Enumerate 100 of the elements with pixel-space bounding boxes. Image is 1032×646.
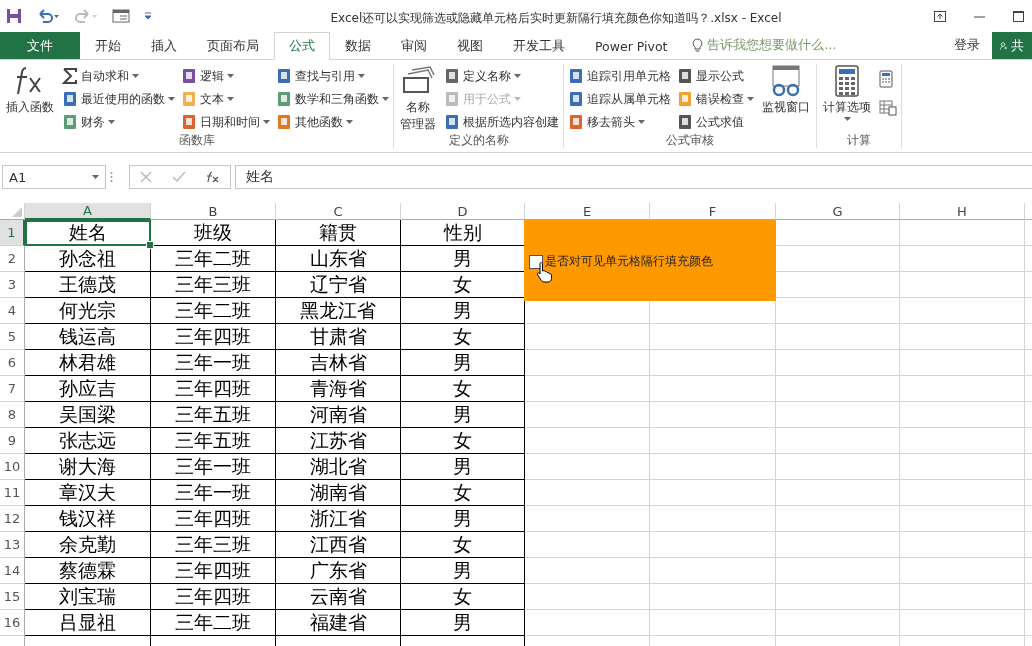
row-header[interactable]: 6: [0, 350, 25, 376]
table-cell: 余克勤: [25, 532, 151, 558]
lightbulb-icon: [692, 38, 704, 53]
calculator-icon[interactable]: [879, 70, 893, 88]
ribbon-large-button[interactable]: 插入函数: [4, 64, 56, 133]
check-icon[interactable]: [172, 171, 186, 183]
name-box[interactable]: A1: [2, 165, 106, 189]
row-header[interactable]: 11: [0, 480, 25, 506]
column-header[interactable]: E: [525, 203, 650, 220]
tell-me-placeholder: 告诉我您想要做什么...: [707, 37, 837, 54]
share-button[interactable]: 共: [992, 32, 1032, 59]
row-header[interactable]: 5: [0, 324, 25, 350]
row-header[interactable]: 14: [0, 558, 25, 584]
row-header[interactable]: 8: [0, 402, 25, 428]
cell-reference: A1: [9, 169, 27, 185]
ribbon-button[interactable]: 最近使用的函数: [62, 89, 175, 109]
table-cell: 三年五班: [151, 402, 276, 428]
ribbon-button[interactable]: 错误检查: [677, 89, 754, 109]
caret-icon: [382, 97, 389, 101]
book-icon: [677, 114, 693, 130]
caret-icon: [227, 97, 234, 101]
table-cell: 女: [401, 532, 525, 558]
maximize-icon[interactable]: [1013, 10, 1024, 22]
ribbon-button[interactable]: 财务: [62, 112, 175, 132]
fill-handle[interactable]: [146, 241, 154, 249]
row-header[interactable]: 12: [0, 506, 25, 532]
sheet-calculator-icon[interactable]: [879, 100, 897, 116]
book-icon: [276, 68, 292, 84]
table-cell: 女: [401, 376, 525, 402]
book-icon: [444, 91, 460, 107]
ribbon-display-icon[interactable]: [934, 10, 946, 22]
ribbon-button[interactable]: 自动求和: [62, 66, 175, 86]
ribbon-button[interactable]: 查找与引用: [276, 66, 389, 86]
group-label: 函数库: [177, 133, 216, 148]
customize-icon[interactable]: [144, 12, 152, 20]
ribbon-button[interactable]: 定义名称: [444, 66, 559, 86]
column-header[interactable]: C: [276, 203, 401, 220]
formula-field[interactable]: 姓名: [235, 165, 1032, 189]
row-header[interactable]: 15: [0, 584, 25, 610]
row-header[interactable]: 4: [0, 298, 25, 324]
row-header[interactable]: 7: [0, 376, 25, 402]
column-header[interactable]: H: [900, 203, 1025, 220]
table-cell: 三年四班: [151, 376, 276, 402]
book-icon: [62, 91, 78, 107]
ribbon-button[interactable]: 追踪引用单元格: [568, 66, 671, 86]
ribbon-button[interactable]: 文本: [181, 89, 270, 109]
row-header[interactable]: 2: [0, 246, 25, 272]
row-header[interactable]: 1: [0, 220, 25, 246]
row-header[interactable]: 16: [0, 610, 25, 636]
ribbon-button[interactable]: 追踪从属单元格: [568, 89, 671, 109]
row-header[interactable]: 9: [0, 428, 25, 454]
row-header[interactable]: 13: [0, 532, 25, 558]
book-icon: [677, 68, 693, 84]
ribbon-button[interactable]: 日期和时间: [181, 112, 270, 132]
ribbon-button[interactable]: 公式求值: [677, 112, 754, 132]
table-cell: 男: [401, 558, 525, 584]
form-icon[interactable]: [112, 9, 130, 23]
ribbon-button[interactable]: 数学和三角函数: [276, 89, 389, 109]
column-header[interactable]: B: [151, 203, 276, 220]
book-icon: [62, 114, 78, 130]
table-cell: 林君雄: [25, 350, 151, 376]
undo-icon[interactable]: [36, 8, 60, 24]
row-header[interactable]: 3: [0, 272, 25, 298]
ribbon-tab[interactable]: 公式: [274, 32, 330, 60]
ribbon-button[interactable]: 移去箭头: [568, 112, 671, 132]
ribbon-button[interactable]: 显示公式: [677, 66, 754, 86]
checkbox[interactable]: [529, 254, 543, 269]
table-cell: 女: [401, 324, 525, 350]
caret-icon: [227, 74, 234, 78]
book-icon: [276, 91, 292, 107]
ribbon-large-button[interactable]: 名称 管理器: [398, 64, 438, 133]
table-cell: 女: [401, 584, 525, 610]
book-icon: [181, 114, 197, 130]
table-cell: 孙应吉: [25, 376, 151, 402]
ribbon-large-button[interactable]: 计算选项: [821, 64, 873, 133]
column-header[interactable]: A: [25, 203, 151, 220]
table-cell: 三年一班: [151, 350, 276, 376]
ribbon-button[interactable]: 其他函数: [276, 112, 389, 132]
file-tab[interactable]: 文件: [0, 32, 80, 59]
ribbon-button[interactable]: 逻辑: [181, 66, 270, 86]
column-header[interactable]: F: [650, 203, 776, 220]
group-label: 计算: [846, 133, 872, 148]
book-icon: [568, 91, 584, 107]
table-cell: 男: [401, 298, 525, 324]
column-header[interactable]: D: [401, 203, 525, 220]
ribbon-large-button[interactable]: 监视窗口: [760, 64, 812, 133]
group-label: 定义的名称: [447, 133, 510, 148]
table-cell: 男: [401, 350, 525, 376]
table-cell: 王德茂: [25, 272, 151, 298]
ribbon-button[interactable]: 根据所选内容创建: [444, 112, 559, 132]
caret-icon: [263, 120, 270, 124]
column-header[interactable]: G: [776, 203, 900, 220]
sign-in-link[interactable]: 登录: [942, 32, 992, 59]
caret-icon: [843, 117, 851, 121]
sigma-icon: [62, 68, 78, 84]
row-header[interactable]: 10: [0, 454, 25, 480]
table-cell: 三年一班: [151, 454, 276, 480]
function-icon[interactable]: [206, 171, 220, 183]
table-cell: 何光宗: [25, 298, 151, 324]
table-cell: 三年四班: [151, 506, 276, 532]
